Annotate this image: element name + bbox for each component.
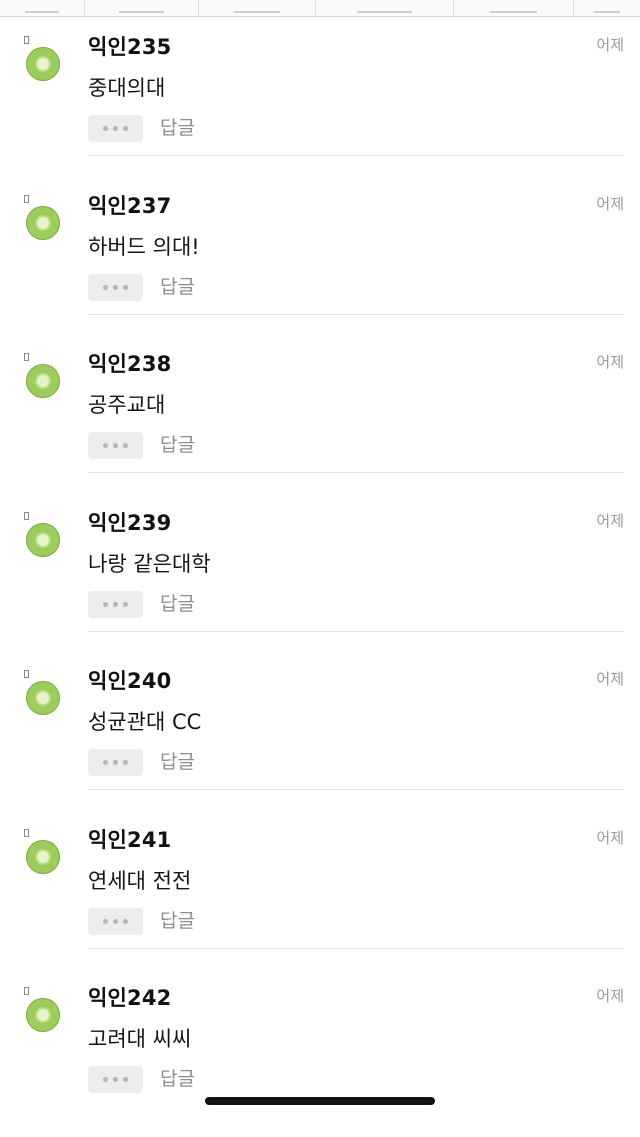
comment-author[interactable]: 익인235	[88, 31, 171, 61]
more-options-button[interactable]	[88, 432, 143, 459]
ellipsis-icon	[103, 760, 108, 765]
divider	[88, 789, 624, 790]
comment-item: 익인235 어제 중대의대 답글	[0, 27, 640, 186]
tab-segment[interactable]	[0, 0, 85, 16]
comment-author[interactable]: 익인241	[88, 824, 171, 854]
comment-author[interactable]: 익인238	[88, 348, 171, 378]
reply-button[interactable]: 답글	[160, 908, 195, 935]
comment-item: 익인242 어제 고려대 씨씨 답글	[0, 978, 640, 1137]
comment-list: 익인235 어제 중대의대 답글 익인237 어제 하버드 의대! 답글 익인2…	[0, 27, 640, 1137]
comment-item: 익인239 어제 나랑 같은대학 답글	[0, 503, 640, 662]
reply-button[interactable]: 답글	[160, 115, 195, 142]
pin-marker-icon	[24, 353, 29, 361]
comment-time: 어제	[596, 670, 624, 688]
tab-segment[interactable]	[574, 0, 640, 16]
comment-time: 어제	[596, 36, 624, 54]
home-indicator[interactable]	[205, 1097, 435, 1105]
comment-time: 어제	[596, 511, 624, 530]
tab-segment[interactable]	[316, 0, 454, 16]
comment-time: 어제	[596, 194, 624, 213]
comment-item: 익인238 어제 공주교대 답글	[0, 344, 640, 503]
more-options-button[interactable]	[88, 749, 143, 776]
comment-time: 어제	[596, 828, 624, 847]
avatar-icon[interactable]	[26, 364, 60, 398]
divider	[88, 155, 624, 156]
reply-button[interactable]: 답글	[160, 274, 195, 301]
comment-text: 연세대 전전	[88, 868, 192, 893]
pin-marker-icon	[24, 987, 29, 995]
comment-text: 공주교대	[88, 393, 166, 417]
comment-time: 어제	[596, 353, 624, 371]
ellipsis-icon	[103, 601, 108, 607]
ellipsis-icon	[103, 443, 108, 448]
comment-author[interactable]: 익인242	[88, 982, 171, 1012]
reply-button[interactable]: 답글	[160, 1066, 195, 1093]
divider	[88, 472, 624, 473]
reply-button[interactable]: 답글	[160, 749, 195, 776]
ellipsis-icon	[103, 1077, 108, 1082]
tab-segment[interactable]	[199, 0, 316, 16]
reply-button[interactable]: 답글	[160, 591, 195, 618]
comment-text: 중대의대	[88, 76, 166, 100]
pin-marker-icon	[24, 670, 29, 678]
pin-marker-icon	[24, 194, 29, 203]
pin-marker-icon	[24, 511, 29, 520]
avatar-icon[interactable]	[26, 839, 60, 874]
avatar-icon[interactable]	[26, 998, 60, 1032]
comment-item: 익인237 어제 하버드 의대! 답글	[0, 186, 640, 345]
comment-time: 어제	[596, 987, 624, 1005]
comment-item: 익인241 어제 연세대 전전 답글	[0, 820, 640, 979]
avatar-icon[interactable]	[26, 205, 60, 240]
pin-marker-icon	[24, 36, 29, 44]
comment-author[interactable]: 익인240	[88, 665, 171, 695]
tab-segment[interactable]	[454, 0, 575, 16]
more-options-button[interactable]	[88, 590, 143, 618]
more-options-button[interactable]	[88, 115, 143, 142]
more-options-button[interactable]	[88, 273, 143, 301]
comment-text: 나랑 같은대학	[88, 551, 211, 576]
divider	[88, 947, 624, 949]
avatar-icon[interactable]	[26, 681, 60, 715]
ellipsis-icon	[103, 918, 108, 924]
comment-item: 익인240 어제 성균관대 CC 답글	[0, 661, 640, 820]
ellipsis-icon	[103, 126, 108, 131]
comment-author[interactable]: 익인239	[88, 507, 171, 537]
comment-text: 성균관대 CC	[88, 710, 202, 734]
avatar-icon[interactable]	[26, 522, 60, 557]
divider	[88, 630, 624, 632]
tab-segment[interactable]	[85, 0, 200, 16]
ellipsis-icon	[103, 284, 108, 290]
more-options-button[interactable]	[88, 1066, 143, 1093]
top-tab-strip	[0, 0, 640, 17]
comment-text: 하버드 의대!	[88, 234, 200, 259]
comment-author[interactable]: 익인237	[88, 190, 171, 220]
reply-button[interactable]: 답글	[160, 432, 195, 459]
avatar-icon[interactable]	[26, 47, 60, 81]
divider	[88, 313, 624, 315]
pin-marker-icon	[24, 828, 29, 837]
more-options-button[interactable]	[88, 907, 143, 935]
comment-text: 고려대 씨씨	[88, 1027, 192, 1051]
